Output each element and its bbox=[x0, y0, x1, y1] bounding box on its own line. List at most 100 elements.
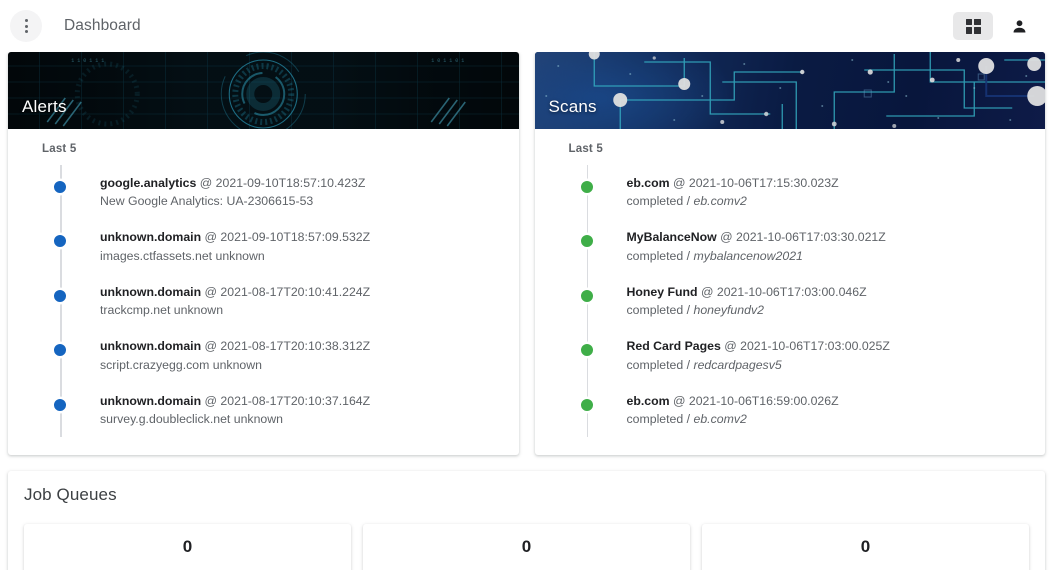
list-item-text: unknown.domain @ 2021-09-10T18:57:09.532… bbox=[100, 229, 370, 263]
list-item[interactable]: unknown.domain @ 2021-08-17T20:10:37.164… bbox=[24, 383, 503, 437]
alert-name: google.analytics bbox=[100, 176, 196, 190]
account-person-icon bbox=[1011, 18, 1028, 35]
alerts-column: 1 1 0 1 1 1 1 0 1 1 0 1 Alerts Last 5 bbox=[8, 52, 519, 455]
alert-detail: script.crazyegg.com unknown bbox=[100, 357, 370, 373]
alert-detail: images.ctfassets.net unknown bbox=[100, 248, 370, 264]
queue-value: 0 bbox=[716, 538, 1015, 555]
scan-detail: completed / eb.comv2 bbox=[627, 411, 839, 427]
dashboard-grid-icon bbox=[966, 19, 981, 34]
list-item[interactable]: google.analytics @ 2021-09-10T18:57:10.4… bbox=[24, 165, 503, 219]
scan-status: completed / bbox=[627, 194, 694, 208]
alerts-title: Alerts bbox=[22, 97, 67, 117]
list-item-primary: unknown.domain @ 2021-08-17T20:10:38.312… bbox=[100, 338, 370, 354]
list-item-text: eb.com @ 2021-10-06T17:15:30.023Z comple… bbox=[627, 175, 839, 209]
scan-name: Red Card Pages bbox=[627, 339, 721, 353]
list-item[interactable]: eb.com @ 2021-10-06T16:59:00.026Z comple… bbox=[551, 383, 1030, 437]
scans-circuit-artwork bbox=[535, 52, 1046, 129]
queue-tile-scan-jobs[interactable]: 0 Scan Jobs bbox=[702, 524, 1029, 570]
alert-timestamp: @ 2021-09-10T18:57:09.532Z bbox=[205, 230, 371, 244]
status-dot-icon bbox=[579, 233, 595, 249]
list-item[interactable]: eb.com @ 2021-10-06T17:15:30.023Z comple… bbox=[551, 165, 1030, 219]
list-item-text: MyBalanceNow @ 2021-10-06T17:03:30.021Z … bbox=[627, 229, 886, 263]
list-item-text: unknown.domain @ 2021-08-17T20:10:38.312… bbox=[100, 338, 370, 372]
job-queues-grid: 0 Scheduled 0 Browser Events 0 Scan Jobs bbox=[8, 505, 1045, 570]
list-item-text: google.analytics @ 2021-09-10T18:57:10.4… bbox=[100, 175, 365, 209]
scan-timestamp: @ 2021-10-06T17:03:00.046Z bbox=[701, 285, 867, 299]
queue-value: 0 bbox=[38, 538, 337, 555]
alerts-card-body: Last 5 google.analytics @ 2021-09-10T18:… bbox=[8, 129, 519, 455]
alerts-timeline: google.analytics @ 2021-09-10T18:57:10.4… bbox=[24, 165, 503, 437]
scan-name: eb.com bbox=[627, 176, 670, 190]
scan-timestamp: @ 2021-10-06T16:59:00.026Z bbox=[673, 394, 839, 408]
queue-value: 0 bbox=[377, 538, 676, 555]
scan-detail: completed / honeyfundv2 bbox=[627, 302, 867, 318]
status-dot-icon bbox=[579, 288, 595, 304]
status-dot-icon bbox=[52, 342, 68, 358]
scan-status: completed / bbox=[627, 358, 694, 372]
account-button[interactable] bbox=[999, 12, 1039, 40]
list-item-primary: MyBalanceNow @ 2021-10-06T17:03:30.021Z bbox=[627, 229, 886, 245]
scan-name: eb.com bbox=[627, 394, 670, 408]
list-item-text: unknown.domain @ 2021-08-17T20:10:41.224… bbox=[100, 284, 370, 318]
alert-detail: trackcmp.net unknown bbox=[100, 302, 370, 318]
dashboard-content: 1 1 0 1 1 1 1 0 1 1 0 1 Alerts Last 5 bbox=[0, 52, 1053, 570]
scan-timestamp: @ 2021-10-06T17:03:00.025Z bbox=[724, 339, 890, 353]
top-cards-row: 1 1 0 1 1 1 1 0 1 1 0 1 Alerts Last 5 bbox=[8, 52, 1045, 455]
alerts-card-header: 1 1 0 1 1 1 1 0 1 1 0 1 Alerts bbox=[8, 52, 519, 129]
list-item[interactable]: MyBalanceNow @ 2021-10-06T17:03:30.021Z … bbox=[551, 219, 1030, 273]
scans-column: Scans Last 5 eb.com @ 2021-10-06T17:15:3… bbox=[535, 52, 1046, 455]
status-dot-icon bbox=[52, 288, 68, 304]
page-title: Dashboard bbox=[64, 17, 141, 35]
scan-profile: eb.comv2 bbox=[694, 194, 747, 208]
alert-name: unknown.domain bbox=[100, 285, 201, 299]
list-item[interactable]: Red Card Pages @ 2021-10-06T17:03:00.025… bbox=[551, 328, 1030, 382]
queue-tile-scheduled[interactable]: 0 Scheduled bbox=[24, 524, 351, 570]
alert-name: unknown.domain bbox=[100, 230, 201, 244]
more-vert-dot bbox=[25, 25, 28, 28]
alert-name: unknown.domain bbox=[100, 339, 201, 353]
scan-timestamp: @ 2021-10-06T17:03:30.021Z bbox=[720, 230, 886, 244]
list-item-text: Red Card Pages @ 2021-10-06T17:03:00.025… bbox=[627, 338, 890, 372]
scan-profile: redcardpagesv5 bbox=[694, 358, 782, 372]
alerts-subtitle: Last 5 bbox=[42, 143, 503, 155]
status-dot-icon bbox=[579, 397, 595, 413]
list-item-primary: eb.com @ 2021-10-06T17:15:30.023Z bbox=[627, 175, 839, 191]
list-item-text: Honey Fund @ 2021-10-06T17:03:00.046Z co… bbox=[627, 284, 867, 318]
status-dot-icon bbox=[579, 342, 595, 358]
list-item-primary: eb.com @ 2021-10-06T16:59:00.026Z bbox=[627, 393, 839, 409]
scan-timestamp: @ 2021-10-06T17:15:30.023Z bbox=[673, 176, 839, 190]
app-bar: Dashboard bbox=[0, 0, 1053, 52]
status-dot-icon bbox=[52, 233, 68, 249]
scan-detail: completed / mybalancenow2021 bbox=[627, 248, 886, 264]
list-item[interactable]: unknown.domain @ 2021-08-17T20:10:38.312… bbox=[24, 328, 503, 382]
scans-card: Scans Last 5 eb.com @ 2021-10-06T17:15:3… bbox=[535, 52, 1046, 455]
alert-timestamp: @ 2021-09-10T18:57:10.423Z bbox=[200, 176, 366, 190]
list-item-text: unknown.domain @ 2021-08-17T20:10:37.164… bbox=[100, 393, 370, 427]
status-dot-icon bbox=[52, 179, 68, 195]
scan-profile: mybalancenow2021 bbox=[694, 249, 803, 263]
job-queues-card: Job Queues 0 Scheduled 0 Browser Events … bbox=[8, 471, 1045, 570]
scan-profile: eb.comv2 bbox=[694, 412, 747, 426]
list-item[interactable]: Honey Fund @ 2021-10-06T17:03:00.046Z co… bbox=[551, 274, 1030, 328]
scan-status: completed / bbox=[627, 249, 694, 263]
alert-timestamp: @ 2021-08-17T20:10:41.224Z bbox=[205, 285, 371, 299]
more-vert-icon[interactable] bbox=[10, 10, 42, 42]
dashboard-view-button[interactable] bbox=[953, 12, 993, 40]
alerts-hud-banner-image: 1 1 0 1 1 1 1 0 1 1 0 1 bbox=[8, 52, 519, 129]
alert-name: unknown.domain bbox=[100, 394, 201, 408]
list-item-primary: unknown.domain @ 2021-09-10T18:57:09.532… bbox=[100, 229, 370, 245]
list-item[interactable]: unknown.domain @ 2021-09-10T18:57:09.532… bbox=[24, 219, 503, 273]
scan-profile: honeyfundv2 bbox=[694, 303, 764, 317]
scan-status: completed / bbox=[627, 412, 694, 426]
list-item-primary: unknown.domain @ 2021-08-17T20:10:37.164… bbox=[100, 393, 370, 409]
list-item-primary: unknown.domain @ 2021-08-17T20:10:41.224… bbox=[100, 284, 370, 300]
scans-circuit-banner-image bbox=[535, 52, 1046, 129]
alert-detail: New Google Analytics: UA-2306615-53 bbox=[100, 193, 365, 209]
list-item[interactable]: unknown.domain @ 2021-08-17T20:10:41.224… bbox=[24, 274, 503, 328]
alerts-hud-artwork: 1 1 0 1 1 1 1 0 1 1 0 1 bbox=[8, 52, 519, 129]
queue-tile-browser-events[interactable]: 0 Browser Events bbox=[363, 524, 690, 570]
job-queues-title: Job Queues bbox=[8, 471, 1045, 505]
scan-detail: completed / eb.comv2 bbox=[627, 193, 839, 209]
scans-card-header: Scans bbox=[535, 52, 1046, 129]
scans-subtitle: Last 5 bbox=[569, 143, 1030, 155]
